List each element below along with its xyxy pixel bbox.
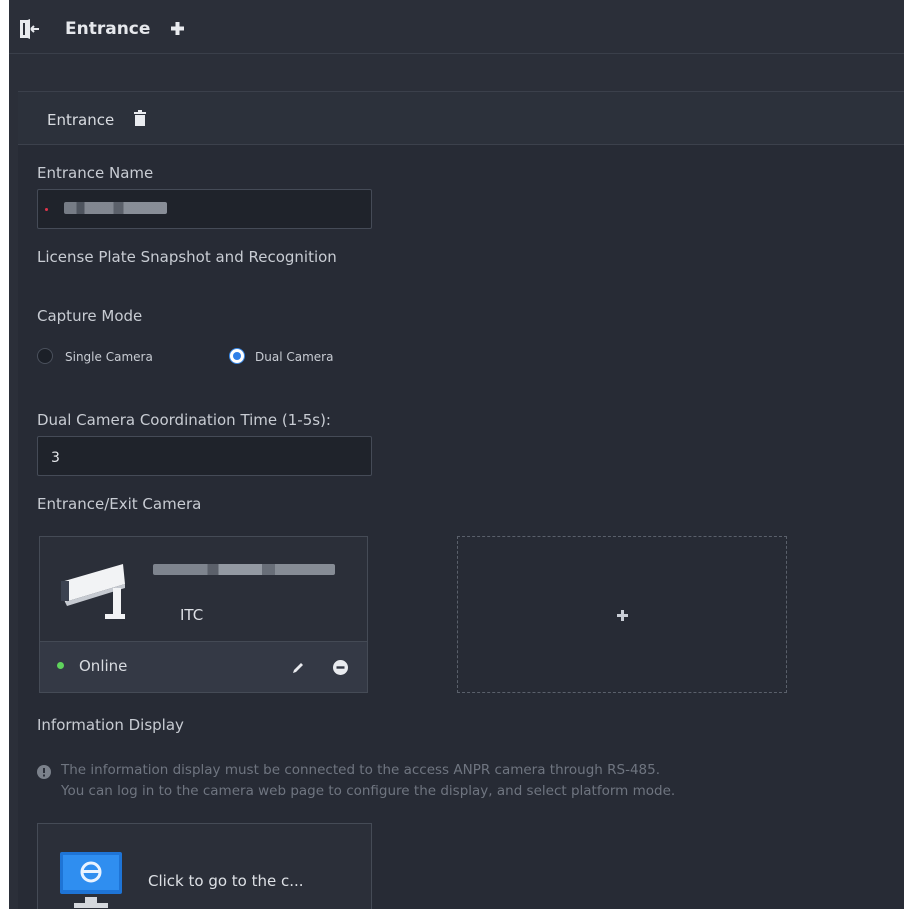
entrance-name-value-redacted: [64, 202, 167, 214]
coordination-time-label: Dual Camera Coordination Time (1-5s):: [37, 411, 331, 429]
add-entrance-plus-icon[interactable]: [171, 22, 184, 35]
coordination-time-value: 3: [51, 450, 60, 466]
lpr-section-label: License Plate Snapshot and Recognition: [37, 248, 337, 266]
coordination-time-input[interactable]: 3: [37, 436, 372, 476]
camera-web-page-link-card[interactable]: Click to go to the c...: [37, 823, 372, 909]
panel-header: Entrance: [18, 92, 904, 145]
itc-camera-icon: [61, 564, 125, 619]
page-title: Entrance: [65, 19, 151, 39]
single-camera-label: Single Camera: [65, 350, 153, 364]
remove-circle-icon[interactable]: [333, 660, 348, 675]
camera-type: ITC: [180, 606, 204, 624]
camera-status: Online: [79, 657, 128, 675]
panel-title: Entrance: [47, 111, 115, 129]
info-icon: [37, 765, 51, 779]
entrance-name-label: Entrance Name: [37, 164, 154, 182]
note-line-1: The information display must be connecte…: [61, 762, 661, 778]
camera-name-redacted: [153, 564, 335, 575]
entrance-name-input[interactable]: [37, 189, 372, 229]
camera-card-footer: Online: [40, 641, 367, 692]
trash-icon[interactable]: [134, 110, 146, 126]
required-indicator: [45, 208, 48, 211]
information-display-label: Information Display: [37, 716, 184, 734]
add-camera-plus-icon[interactable]: [617, 610, 628, 621]
status-indicator: [57, 662, 64, 669]
app-window: Entrance Entrance Entrance Name License …: [9, 0, 904, 909]
dual-camera-radio[interactable]: [229, 348, 245, 364]
camera-card[interactable]: ITC Online: [39, 536, 368, 693]
capture-mode-label: Capture Mode: [37, 307, 143, 325]
dual-camera-label: Dual Camera: [255, 350, 334, 364]
ie-browser-monitor-icon: [60, 852, 122, 908]
exit-door-icon: [20, 19, 39, 39]
single-camera-radio[interactable]: [37, 348, 53, 364]
top-bar: Entrance: [9, 0, 904, 54]
add-camera-card[interactable]: [457, 536, 787, 693]
camera-web-page-link[interactable]: Click to go to the c...: [148, 872, 304, 890]
camera-section-label: Entrance/Exit Camera: [37, 495, 202, 513]
note-line-2: You can log in to the camera web page to…: [61, 783, 676, 799]
pencil-icon[interactable]: [292, 661, 305, 674]
